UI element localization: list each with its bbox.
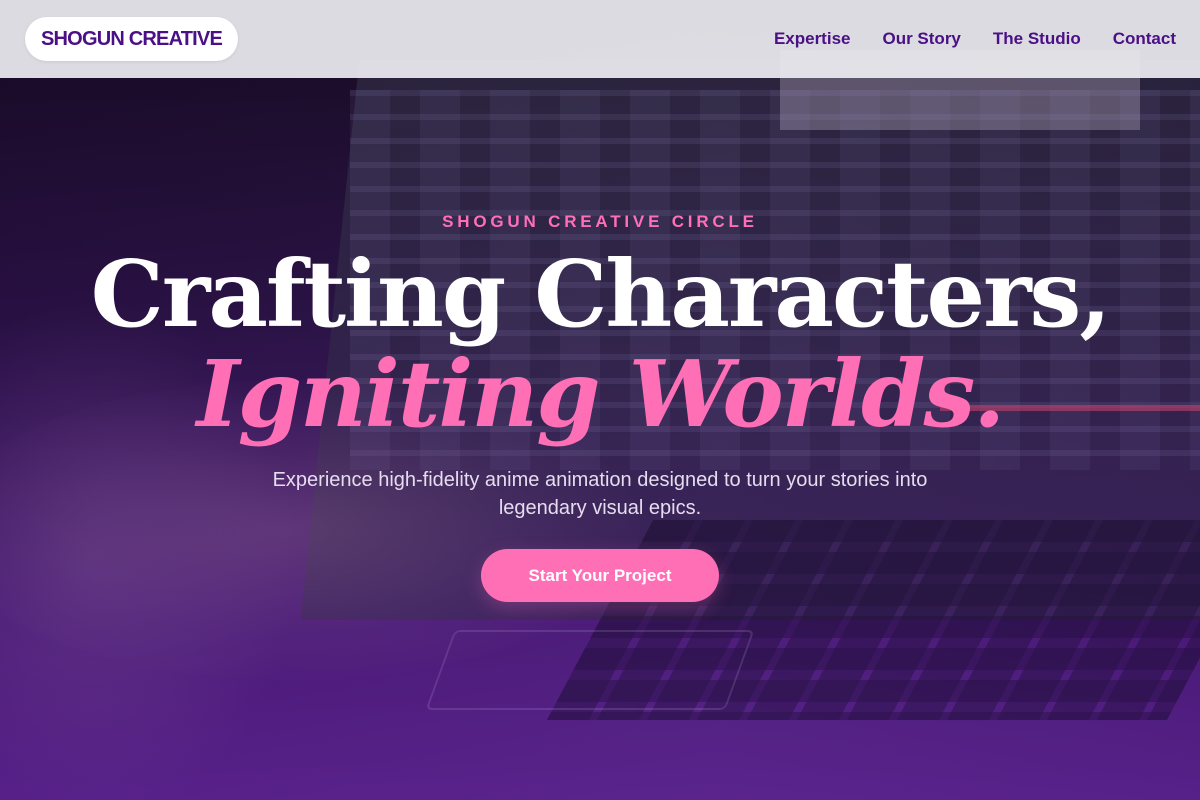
hero-headline-line2: Igniting Worlds. (196, 340, 1006, 448)
hero-subtitle: Experience high-fidelity anime animation… (272, 469, 928, 519)
hero-content: SHOGUN CREATIVE CIRCLE Crafting Characte… (0, 0, 1200, 800)
hero-headline-line1: Crafting Characters, (90, 240, 1112, 348)
start-project-button[interactable]: Start Your Project (481, 549, 719, 602)
hero-eyebrow: SHOGUN CREATIVE CIRCLE (442, 212, 758, 231)
